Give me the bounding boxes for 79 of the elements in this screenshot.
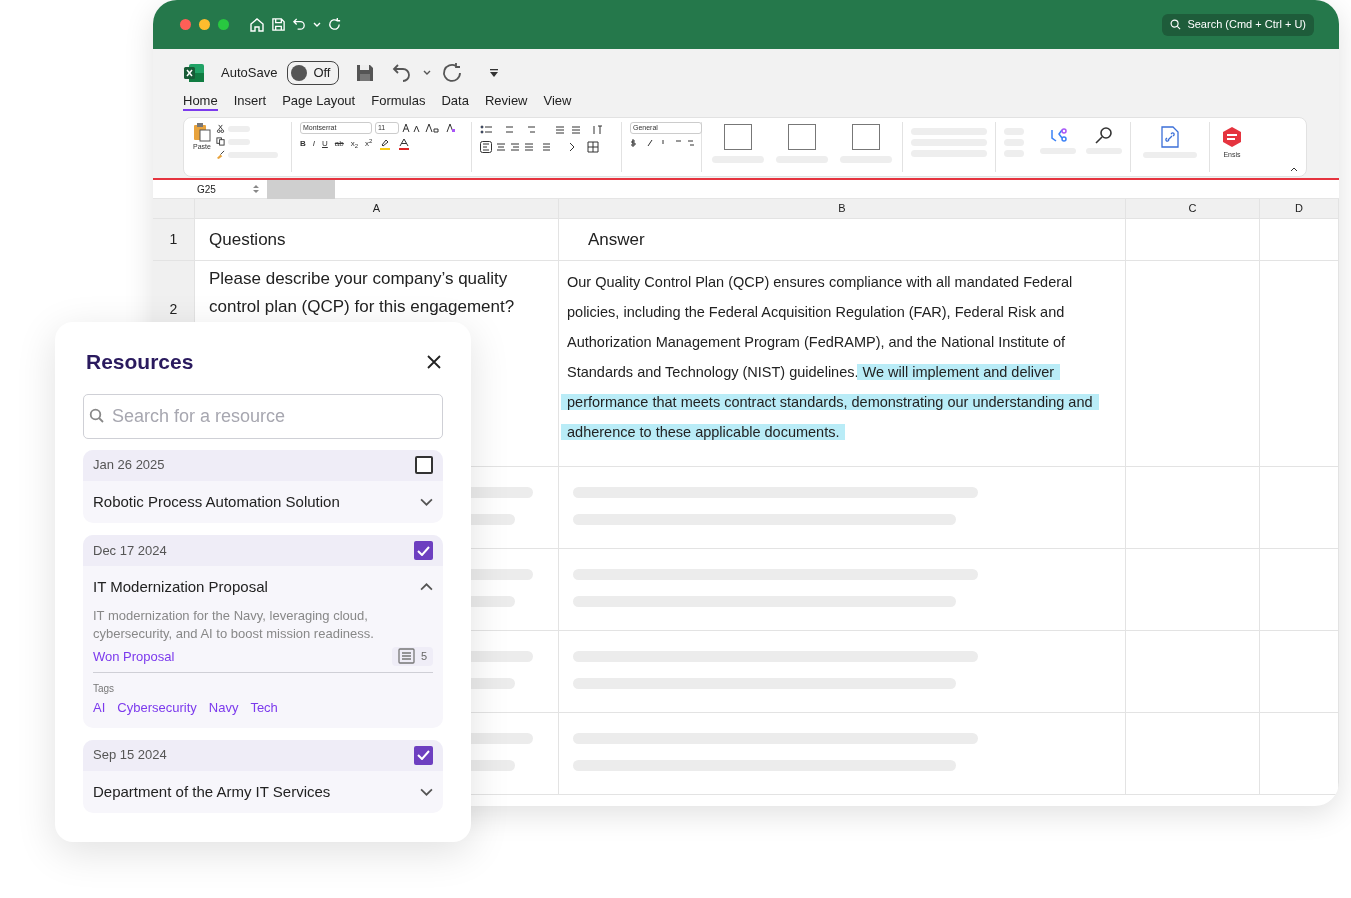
checkbox[interactable]	[414, 745, 433, 765]
caret-icon[interactable]	[313, 20, 321, 29]
collapse-ribbon-icon[interactable]	[1290, 166, 1298, 172]
expand-icon[interactable]	[420, 497, 433, 506]
name-box[interactable]: G25	[153, 181, 253, 197]
search-icon	[89, 407, 105, 424]
table-cell: Questions	[195, 219, 559, 261]
resource-status: Won Proposal	[93, 647, 175, 666]
tag-link[interactable]: Cybersecurity	[117, 698, 197, 718]
stepper-icon[interactable]	[253, 184, 259, 194]
clear-format-icon[interactable]	[446, 123, 456, 133]
menu-tab[interactable]: Insert	[233, 93, 267, 111]
tag-link[interactable]: Tech	[250, 698, 278, 718]
column-header: D	[1260, 199, 1339, 219]
collapse-icon[interactable]	[420, 583, 433, 592]
resource-card[interactable]: Sep 15 2024 Department of the Army IT Services	[83, 739, 443, 813]
home-icon[interactable]	[249, 16, 265, 33]
link-document-icon[interactable]	[1161, 126, 1179, 148]
save-icon[interactable]	[271, 17, 286, 32]
style-swatch[interactable]	[852, 124, 880, 150]
document-icon	[397, 648, 415, 665]
resource-card[interactable]: Jan 26 2025 Robotic Process Automation Solution	[83, 449, 443, 523]
format-button[interactable]: I	[312, 138, 315, 150]
checkbox[interactable]	[415, 456, 433, 474]
menu-tab[interactable]: Review	[484, 93, 528, 111]
menu-tab[interactable]: Formulas	[371, 93, 426, 111]
style-swatch[interactable]	[724, 124, 752, 150]
resource-title: Robotic Process Automation Solution	[93, 491, 340, 512]
autosave-label: AutoSave	[221, 64, 278, 83]
copy-icon[interactable]	[216, 137, 225, 146]
minimize-window-button[interactable]	[199, 19, 210, 30]
row-header: 1	[153, 219, 195, 261]
spreadsheet-app-icon	[183, 63, 205, 83]
caret-icon[interactable]	[423, 69, 432, 77]
grow-font-icon[interactable]	[402, 123, 422, 133]
autosave-toggle[interactable]: Off	[287, 61, 340, 85]
document-count: 5	[420, 649, 427, 664]
search-icon	[1170, 19, 1182, 30]
search-icon[interactable]	[1094, 126, 1114, 144]
resource-title: Department of the Army IT Services	[93, 781, 331, 802]
tag-link[interactable]: Navy	[208, 698, 239, 718]
e-logo-icon[interactable]	[1222, 126, 1242, 148]
clipboard-icon[interactable]	[192, 122, 212, 142]
redo-icon[interactable]	[327, 17, 342, 32]
resource-card[interactable]: Dec 17 2024 IT Modernization Proposal IT modernization for the Navy, leveraging cloud, cybersecurity, and AI to boost mission readiness. Won Proposal 5 Tags AI Cybersecurity Navy Tech	[83, 535, 443, 728]
format-button[interactable]: x$_{2}$	[350, 138, 359, 150]
resource-date: Sep 15 2024	[93, 746, 167, 765]
format-button[interactable]: ab	[334, 138, 344, 150]
highlighter-icon[interactable]	[379, 138, 392, 150]
resource-search-field[interactable]: Search for a resource	[83, 393, 443, 439]
customize-toolbar-icon[interactable]	[489, 68, 500, 78]
column-header: C	[1126, 199, 1260, 219]
undo-icon[interactable]	[292, 17, 307, 32]
redo-icon[interactable]	[441, 62, 464, 84]
format-button[interactable]: x$^{2}$	[365, 138, 373, 150]
checkbox[interactable]	[414, 541, 433, 560]
resource-date: Dec 17 2024	[93, 541, 167, 560]
font-color-icon[interactable]	[398, 138, 411, 150]
menu-tab[interactable]: Page Layout	[282, 93, 356, 111]
table-cell: Answer	[559, 219, 1126, 261]
resource-title: IT Modernization Proposal	[93, 577, 268, 597]
menu-tab[interactable]: Data	[441, 93, 469, 111]
column-header: B	[559, 199, 1126, 219]
format-button[interactable]: U	[322, 138, 328, 150]
menu-tab[interactable]: Home	[183, 93, 218, 111]
expand-icon[interactable]	[420, 787, 433, 796]
resource-description: IT modernization for the Navy, leveraging cloud, cybersecurity, and AI to boost mission readiness.	[93, 606, 375, 643]
tag-link[interactable]: AI	[93, 698, 106, 718]
save-icon[interactable]	[355, 63, 376, 83]
search-field[interactable]: Search (Cmd + Ctrl + U)	[1162, 13, 1314, 36]
tags-label: Tags	[93, 682, 115, 696]
table-cell: Our Quality Control Plan (QCP) ensures compliance with all mandated Federal policies, including the Federal Acquisition Regulation (FAR), Federal Risk and Authorization Management Program (FedRAMP), and the National Institute of Standards and Technology (NIST) guidelines. We will implement and deliver performance that meets contract standards, demonstrating our understanding and adherence to these applicable documents.	[559, 261, 1126, 467]
column-header: A	[195, 199, 559, 219]
menu-tab[interactable]: View	[543, 93, 572, 111]
scissors-icon[interactable]	[216, 124, 225, 133]
brush-icon[interactable]	[216, 150, 225, 159]
format-button[interactable]: B	[300, 138, 306, 150]
style-swatch[interactable]	[788, 124, 816, 150]
close-icon[interactable]	[426, 353, 442, 370]
